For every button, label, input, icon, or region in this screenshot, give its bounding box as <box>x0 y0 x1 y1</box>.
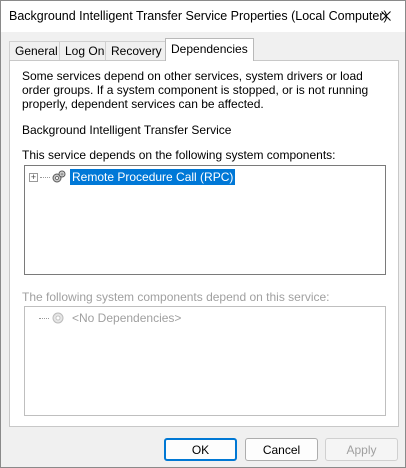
dependents-label: The following system components depend o… <box>22 290 330 304</box>
tree-connector <box>39 317 49 319</box>
close-button[interactable] <box>375 6 397 26</box>
expand-icon[interactable]: + <box>29 172 38 182</box>
close-icon <box>381 11 391 21</box>
gears-icon <box>52 312 64 324</box>
service-name: Background Intelligent Transfer Service <box>22 123 232 137</box>
depends-on-label: This service depends on the following sy… <box>22 148 336 162</box>
tree-node-no-dependencies[interactable]: <No Dependencies> <box>39 309 184 327</box>
dependents-tree[interactable]: <No Dependencies> <box>24 306 386 416</box>
apply-button[interactable]: Apply <box>325 438 398 461</box>
description-text: Some services depend on other services, … <box>22 69 369 111</box>
tab-recovery[interactable]: Recovery <box>105 41 168 61</box>
ok-button[interactable]: OK <box>164 438 237 461</box>
title-bar: Background Intelligent Transfer Service … <box>1 1 405 32</box>
tree-node-label: <No Dependencies> <box>72 311 182 325</box>
tab-strip: General Log On Recovery Dependencies <box>9 38 401 61</box>
tab-general[interactable]: General <box>9 41 64 61</box>
tab-log-on[interactable]: Log On <box>59 41 111 61</box>
tree-node-label[interactable]: Remote Procedure Call (RPC) <box>70 169 236 185</box>
cancel-button[interactable]: Cancel <box>245 438 318 461</box>
depends-on-tree[interactable]: + Remote Procedure Call (RPC) <box>24 165 386 275</box>
dependencies-panel: Some services depend on other services, … <box>9 60 399 427</box>
window-title: Background Intelligent Transfer Service … <box>9 9 388 23</box>
gears-icon <box>52 170 66 183</box>
properties-dialog: Background Intelligent Transfer Service … <box>0 0 406 468</box>
tab-dependencies[interactable]: Dependencies <box>165 38 254 61</box>
tree-node-rpc[interactable]: + Remote Procedure Call (RPC) <box>29 168 236 186</box>
dialog-buttons: OK Cancel Apply <box>1 438 406 462</box>
tree-connector <box>40 176 50 178</box>
